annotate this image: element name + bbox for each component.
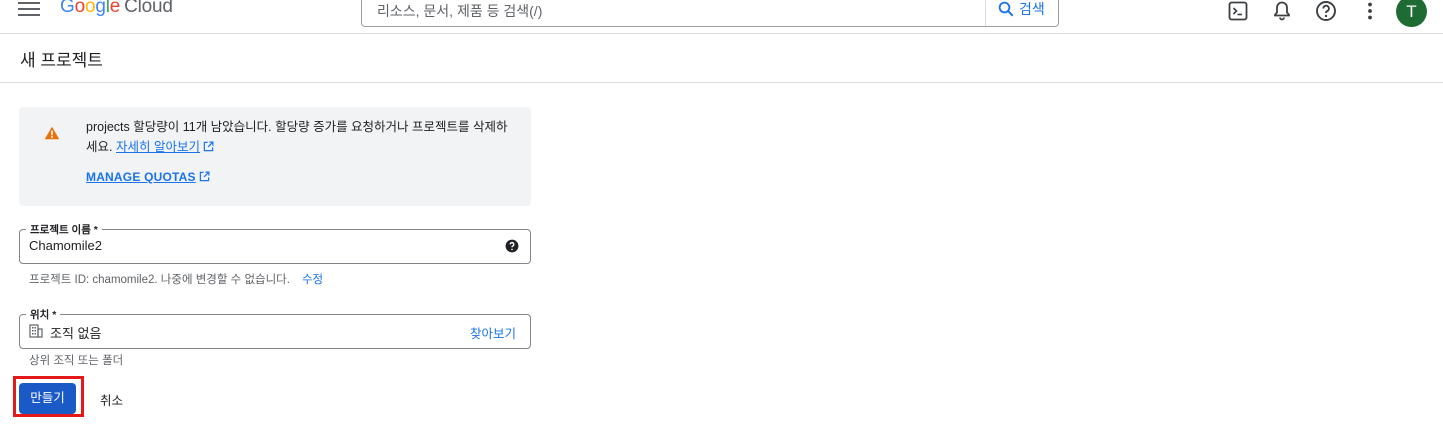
search-input[interactable] <box>362 0 997 24</box>
avatar[interactable]: T <box>1396 0 1427 27</box>
logo-google: Google <box>60 0 121 17</box>
location-value: 조직 없음 <box>50 326 102 341</box>
learn-more-link[interactable]: 자세히 알아보기 <box>116 140 200 154</box>
project-id-value: chamomile2 <box>92 274 155 286</box>
warning-icon <box>44 126 60 140</box>
search-button[interactable]: 검색 <box>985 0 1058 26</box>
location-label: 위치 * <box>26 307 61 322</box>
quota-warning-banner: projects 할당량이 11개 남았습니다. 할당량 증가를 요청하거나 프… <box>19 107 531 206</box>
cancel-button[interactable]: 취소 <box>100 390 123 409</box>
terminal-icon[interactable] <box>1226 0 1250 23</box>
manage-quotas-link[interactable]: MANAGE QUOTAS <box>86 170 210 184</box>
title-divider <box>0 82 1443 83</box>
logo-cloud: Cloud <box>124 0 173 17</box>
top-app-bar: GoogleCloud 검색 T <box>0 0 1443 34</box>
help-icon[interactable] <box>505 239 519 253</box>
project-name-field: 프로젝트 이름 * <box>19 222 531 264</box>
project-id-hint: 프로젝트 ID: chamomile2. 나중에 변경할 수 없습니다. 수정 <box>29 271 323 287</box>
search-bar: 검색 <box>361 0 1059 27</box>
organization-icon <box>29 324 43 338</box>
external-link-icon <box>199 171 210 182</box>
browse-button[interactable]: 찾아보기 <box>470 323 516 342</box>
project-id-prefix: 프로젝트 ID: <box>29 274 93 286</box>
google-cloud-logo[interactable]: Google Cloud <box>60 0 173 18</box>
create-button[interactable]: 만들기 <box>19 383 76 414</box>
location-hint: 상위 조직 또는 폴더 <box>29 355 124 367</box>
more-vert-icon[interactable] <box>1358 0 1382 23</box>
search-icon <box>998 1 1014 17</box>
menu-icon[interactable] <box>18 2 40 18</box>
page-title: 새 프로젝트 <box>20 51 103 70</box>
external-link-icon <box>203 141 214 152</box>
help-icon[interactable] <box>1314 0 1338 23</box>
project-id-suffix: . 나중에 변경할 수 없습니다. <box>154 274 290 286</box>
search-button-label: 검색 <box>1019 1 1045 17</box>
warning-message: projects 할당량이 11개 남았습니다. 할당량 증가를 요청하거나 프… <box>86 117 518 157</box>
project-name-input[interactable] <box>29 230 489 261</box>
location-field: 위치 * 조직 없음 찾아보기 <box>19 307 531 349</box>
manage-quotas-label: MANAGE QUOTAS <box>86 170 196 184</box>
bell-icon[interactable] <box>1270 0 1294 23</box>
edit-project-id-link[interactable]: 수정 <box>302 274 323 286</box>
